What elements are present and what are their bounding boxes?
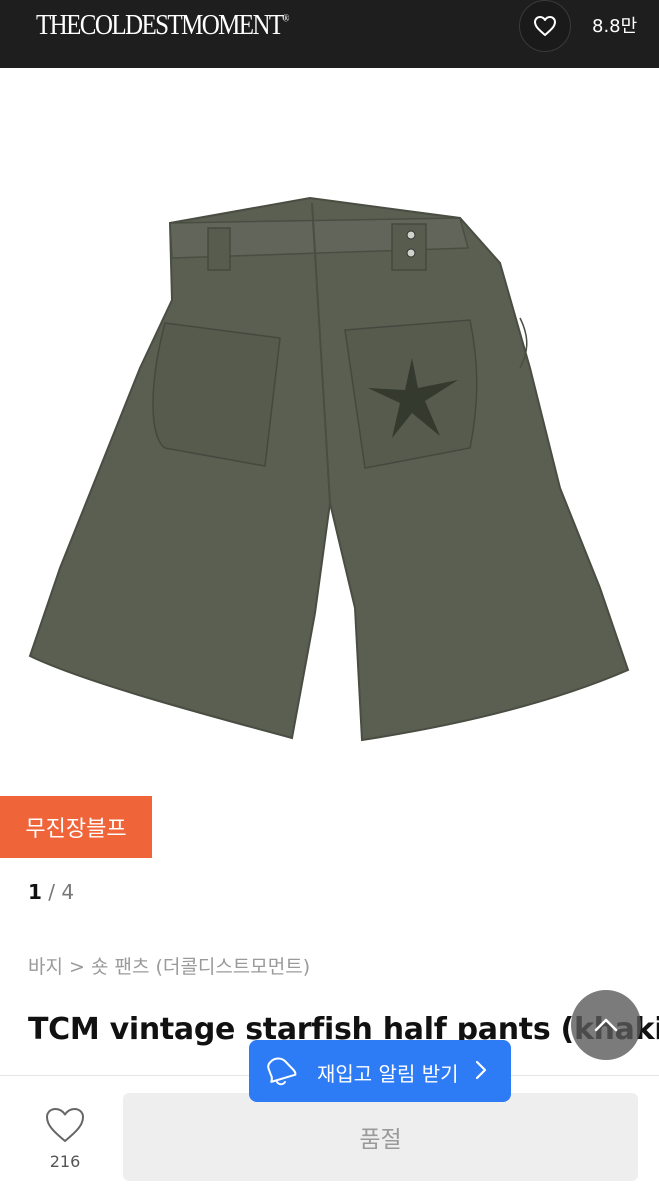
brand-name: THECOLDESTMOMENT xyxy=(36,10,284,42)
heart-icon xyxy=(534,16,556,36)
restock-alert-button[interactable]: 재입고 알림 받기 xyxy=(249,1040,511,1102)
chevron-up-icon xyxy=(594,1018,618,1032)
favorite-count: 8.8만 xyxy=(592,16,638,37)
like-count: 216 xyxy=(49,1152,81,1171)
scroll-top-button[interactable] xyxy=(571,990,641,1060)
bell-icon xyxy=(261,1054,297,1093)
image-pager: 1 / 4 xyxy=(28,880,74,904)
chevron-right-icon xyxy=(475,1060,487,1085)
shorts-illustration xyxy=(28,196,630,742)
like-button[interactable] xyxy=(40,1105,90,1149)
favorite-brand-button[interactable] xyxy=(519,0,571,52)
sale-badge: 무진장블프 xyxy=(0,796,152,858)
heart-outline-icon xyxy=(46,1108,84,1142)
soldout-button[interactable]: 품절 xyxy=(123,1093,638,1181)
registered-mark: ® xyxy=(282,11,290,24)
restock-label: 재입고 알림 받기 xyxy=(317,1062,459,1086)
pager-total: 4 xyxy=(61,880,75,904)
top-header: THECOLDESTMOMENT® 8.8만 xyxy=(0,0,659,68)
pager-current: 1 xyxy=(28,880,42,904)
category-breadcrumb[interactable]: 바지 > 숏 팬츠 (더콜디스트모먼트) xyxy=(28,952,310,979)
product-image[interactable] xyxy=(0,68,659,808)
brand-logo[interactable]: THECOLDESTMOMENT® xyxy=(36,10,289,42)
pager-separator: / xyxy=(48,880,56,904)
